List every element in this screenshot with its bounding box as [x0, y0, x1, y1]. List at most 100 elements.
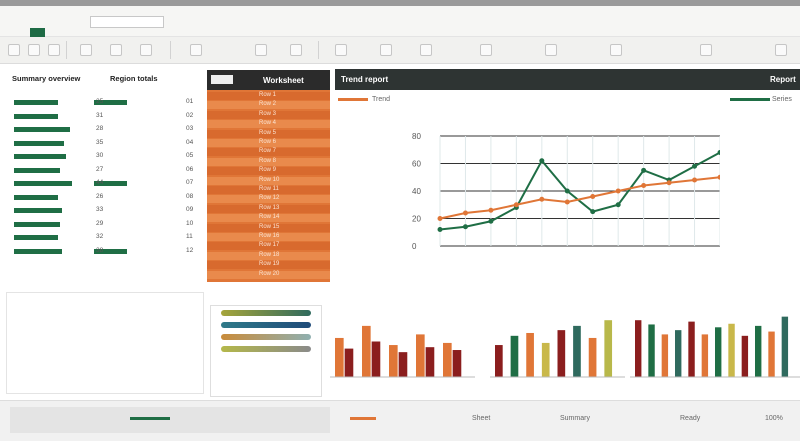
sheet-tab[interactable]: Sheet — [472, 415, 490, 422]
summary-bar-label: 01 — [186, 98, 194, 105]
worksheet-row[interactable]: Row 7 — [207, 148, 330, 157]
summary-bar-label: 06 — [186, 165, 194, 173]
bar — [362, 325, 371, 377]
worksheet-row-label: Row 10 — [259, 176, 280, 183]
line-chart: 0 20 40 60 80 — [412, 132, 720, 251]
series-point — [615, 188, 621, 194]
border-icon[interactable] — [290, 44, 302, 56]
series-point — [564, 199, 570, 205]
summary-bar-value: 30 — [96, 152, 104, 159]
summary-bar — [14, 113, 58, 119]
series-point — [692, 163, 698, 169]
redo-icon[interactable] — [48, 44, 60, 56]
summary-bar-value: 35 — [96, 138, 104, 146]
series-point — [437, 227, 443, 232]
summary-bar-value: 28 — [96, 125, 104, 132]
table-icon[interactable] — [480, 44, 492, 56]
worksheet-row[interactable]: Row 14 — [207, 214, 330, 223]
worksheet-row[interactable]: Row 1 — [207, 92, 330, 100]
series-point — [590, 209, 596, 215]
zoom-level[interactable]: 100% — [765, 415, 783, 422]
worksheet-row[interactable]: Row 18 — [207, 251, 330, 260]
bold-icon[interactable] — [110, 44, 122, 56]
summary-bar-value: 26 — [96, 192, 104, 200]
series-point — [666, 180, 672, 186]
save-icon[interactable] — [8, 44, 20, 56]
summary-bar — [14, 194, 58, 200]
worksheet-row-label: Row 19 — [259, 261, 280, 268]
worksheet-row-label: Row 13 — [259, 204, 280, 211]
summary-bar — [14, 167, 60, 173]
bar — [371, 341, 381, 377]
bar — [425, 347, 435, 377]
worksheet-tab-icon — [211, 75, 233, 84]
settings-icon[interactable] — [700, 44, 712, 56]
worksheet-row-label: Row 17 — [259, 242, 280, 249]
worksheet-row[interactable]: Row 20 — [207, 270, 330, 279]
summary-bar — [14, 235, 58, 240]
worksheet-row-label: Row 5 — [259, 129, 277, 136]
worksheet-row-label: Row 3 — [259, 110, 277, 117]
legend-swatch-right — [730, 98, 770, 101]
summary-bar-value: 44 — [96, 179, 104, 186]
bar — [635, 320, 642, 377]
summary-bar-label: 09 — [186, 206, 194, 213]
chart-icon[interactable] — [335, 44, 347, 56]
series-point — [539, 196, 545, 202]
summary-tab[interactable]: Summary — [560, 415, 590, 422]
summary-bar-value: 25 — [96, 98, 104, 105]
summary-header-right: Region totals — [110, 74, 158, 83]
worksheet-row[interactable]: Row 3 — [207, 110, 330, 119]
color-legend-panel — [210, 305, 322, 397]
worksheet-row[interactable]: Row 5 — [207, 129, 330, 138]
fill-icon[interactable] — [255, 44, 267, 56]
worksheet-row-label: Row 16 — [259, 233, 280, 239]
pivot-icon[interactable] — [545, 44, 557, 56]
worksheet-row[interactable]: Row 4 — [207, 120, 330, 129]
worksheet-row[interactable]: Row 10 — [207, 176, 330, 185]
sort-icon[interactable] — [420, 44, 432, 56]
worksheet-panel: Row 1 Row 2 Row 3 Row 4 Row 5 Row 6 Row 7 Row 8… — [207, 70, 330, 282]
ribbon-divider — [318, 41, 319, 59]
worksheet-row[interactable]: Row 17 — [207, 242, 330, 251]
summary-bar-label: 03 — [186, 125, 194, 132]
worksheet-row[interactable]: Row 8 — [207, 157, 330, 166]
legend-bar-2 — [221, 322, 311, 328]
summary-panel: Summary overview Region totals 25 01 31 02 2… — [6, 68, 202, 290]
undo-icon[interactable] — [28, 44, 40, 56]
summary-footer-box — [6, 292, 204, 394]
align-icon[interactable] — [190, 44, 202, 56]
series-point — [462, 210, 468, 216]
bar — [768, 331, 775, 377]
worksheet-row-label: Row 2 — [259, 101, 277, 108]
worksheet-row[interactable]: Row 6 — [207, 139, 330, 147]
filter-icon[interactable] — [380, 44, 392, 56]
summary-tab-indicator — [350, 417, 376, 420]
series-point — [488, 207, 494, 213]
worksheet-row-label: Row 12 — [259, 195, 280, 202]
worksheet-row-label: Row 18 — [259, 251, 280, 258]
close-icon[interactable] — [775, 44, 787, 56]
ribbon-top — [0, 6, 800, 37]
italic-icon[interactable] — [140, 44, 152, 56]
worksheet-row-label: Row 9 — [259, 167, 277, 174]
worksheet-row[interactable]: Row 2 — [207, 101, 330, 110]
worksheet-row[interactable]: Row 13 — [207, 204, 330, 213]
worksheet-row[interactable]: Row 15 — [207, 223, 330, 232]
summary-bar-label: 05 — [186, 152, 194, 159]
worksheet-row[interactable]: Row 9 — [207, 167, 330, 176]
series-point — [641, 183, 647, 188]
worksheet-row[interactable]: Row 19 — [207, 261, 330, 270]
worksheet-row[interactable]: Row 11 — [207, 186, 330, 194]
worksheet-row[interactable]: Row 16 — [207, 233, 330, 241]
font-icon[interactable] — [80, 44, 92, 56]
summary-bar — [14, 154, 66, 159]
summary-bar-label: 10 — [186, 219, 194, 227]
worksheet-row-label: Row 6 — [259, 139, 277, 145]
series-point — [641, 167, 647, 173]
help-icon[interactable] — [610, 44, 622, 56]
name-box[interactable] — [90, 16, 164, 28]
worksheet-row[interactable]: Row 12 — [207, 195, 330, 204]
worksheet-title: Worksheet — [263, 76, 304, 85]
scrollbar-track[interactable] — [10, 407, 330, 433]
